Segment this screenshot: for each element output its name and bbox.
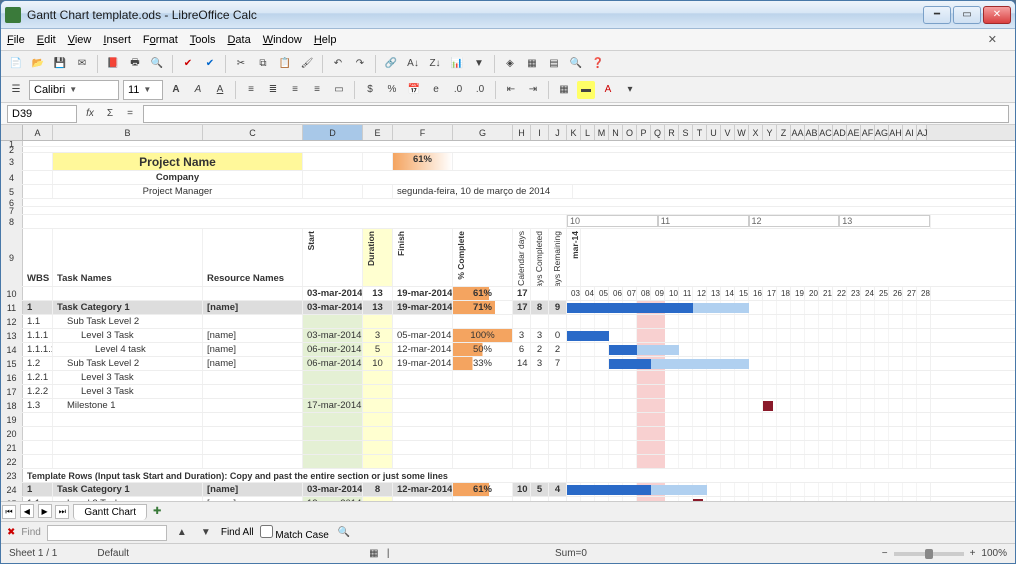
merge-icon[interactable]: ▭: [330, 81, 348, 99]
filter-icon[interactable]: ▼: [470, 55, 488, 73]
window-title: Gantt Chart template.ods - LibreOffice C…: [27, 8, 921, 22]
find-label: Find: [21, 527, 40, 538]
find-next-icon[interactable]: ▼: [197, 524, 215, 542]
paste-icon[interactable]: 📋: [276, 55, 294, 73]
close-doc-button[interactable]: ✕: [988, 33, 997, 46]
zoom-out-icon[interactable]: −: [882, 548, 888, 559]
menu-data[interactable]: Data: [227, 34, 250, 46]
formatpaint-icon[interactable]: 🖌: [298, 55, 316, 73]
sort-desc-icon[interactable]: Z↓: [426, 55, 444, 73]
status-style: Default: [97, 548, 129, 559]
exponent-icon[interactable]: e: [427, 81, 445, 99]
app-icon: [5, 7, 21, 23]
sheet-tabs-bar: ⏮ ◀ ▶ ⏭ Gantt Chart ✚: [1, 501, 1015, 521]
menu-format[interactable]: Format: [143, 34, 178, 46]
undo-icon[interactable]: ↶: [329, 55, 347, 73]
spreadsheet-grid[interactable]: ABCDEFGHIJKLMNOPQRSTUVWXYZAAABACADAEAFAG…: [1, 125, 1015, 501]
autospell-icon[interactable]: ✔: [201, 55, 219, 73]
datasources-icon[interactable]: ▤: [545, 55, 563, 73]
date-icon[interactable]: 📅: [405, 81, 423, 99]
email-icon[interactable]: ✉: [73, 55, 91, 73]
align-left-icon[interactable]: ≡: [242, 81, 260, 99]
percent-icon[interactable]: %: [383, 81, 401, 99]
del-decimal-icon[interactable]: .0: [471, 81, 489, 99]
toolbar-standard: 📄 📂 💾 ✉ 📕 🖶 🔍 ✔ ✔ ✂ ⧉ 📋 🖌 ↶ ↷ 🔗 A↓ Z↓ 📊 …: [1, 51, 1015, 77]
menu-insert[interactable]: Insert: [103, 34, 131, 46]
open-icon[interactable]: 📂: [29, 55, 47, 73]
italic-icon[interactable]: A: [189, 81, 207, 99]
status-sum: Sum=0: [555, 548, 587, 559]
close-find-icon[interactable]: ✖: [7, 527, 15, 538]
formula-bar: D39 fx Σ =: [1, 103, 1015, 125]
maximize-button[interactable]: ▭: [953, 6, 981, 24]
save-icon[interactable]: 💾: [51, 55, 69, 73]
zoom-in-icon[interactable]: +: [970, 548, 976, 559]
currency-icon[interactable]: $: [361, 81, 379, 99]
sort-asc-icon[interactable]: A↓: [404, 55, 422, 73]
sum-icon[interactable]: Σ: [101, 105, 119, 123]
minimize-button[interactable]: ━: [923, 6, 951, 24]
sheet-tab-gantt[interactable]: Gantt Chart: [73, 504, 147, 520]
sheet-first-button[interactable]: ⏮: [2, 505, 16, 519]
pdf-icon[interactable]: 📕: [104, 55, 122, 73]
app-window: Gantt Chart template.ods - LibreOffice C…: [0, 0, 1016, 564]
add-decimal-icon[interactable]: .0: [449, 81, 467, 99]
find-options-icon[interactable]: 🔍: [335, 524, 353, 542]
menu-edit[interactable]: Edit: [37, 34, 56, 46]
status-sheet: Sheet 1 / 1: [9, 548, 57, 559]
zoom-level[interactable]: 100%: [981, 548, 1007, 559]
print-icon[interactable]: 🖶: [126, 55, 144, 73]
find-prev-icon[interactable]: ▲: [173, 524, 191, 542]
cell-reference[interactable]: D39: [7, 105, 77, 123]
preview-icon[interactable]: 🔍: [148, 55, 166, 73]
menu-view[interactable]: View: [68, 34, 92, 46]
align-center-icon[interactable]: ≣: [264, 81, 282, 99]
match-case-checkbox[interactable]: Match Case: [260, 525, 329, 541]
chart-icon[interactable]: 📊: [448, 55, 466, 73]
zoom-icon[interactable]: 🔍: [567, 55, 585, 73]
toolbar-formatting: ☰ Calibri▼ 11▼ A A A ≡ ≣ ≡ ≡ ▭ $ % 📅 e .…: [1, 77, 1015, 103]
align-justify-icon[interactable]: ≡: [308, 81, 326, 99]
align-right-icon[interactable]: ≡: [286, 81, 304, 99]
styles-icon[interactable]: ☰: [7, 81, 25, 99]
font-name-combo[interactable]: Calibri▼: [29, 80, 119, 100]
titlebar[interactable]: Gantt Chart template.ods - LibreOffice C…: [1, 1, 1015, 29]
inc-indent-icon[interactable]: ⇥: [524, 81, 542, 99]
add-sheet-icon[interactable]: ✚: [153, 506, 161, 517]
help-icon[interactable]: ❓: [589, 55, 607, 73]
new-icon[interactable]: 📄: [7, 55, 25, 73]
menu-file[interactable]: File: [7, 34, 25, 46]
navigator-icon[interactable]: ◈: [501, 55, 519, 73]
formula-input[interactable]: [143, 105, 1009, 123]
equals-icon[interactable]: =: [121, 105, 139, 123]
bgcolor-icon[interactable]: ▬: [577, 81, 595, 99]
hyperlink-icon[interactable]: 🔗: [382, 55, 400, 73]
dec-indent-icon[interactable]: ⇤: [502, 81, 520, 99]
fontcolor-icon[interactable]: A: [599, 81, 617, 99]
menubar: File Edit View Insert Format Tools Data …: [1, 29, 1015, 51]
close-button[interactable]: ✕: [983, 6, 1011, 24]
spellcheck-icon[interactable]: ✔: [179, 55, 197, 73]
sheet-last-button[interactable]: ⏭: [55, 505, 69, 519]
zoom-slider[interactable]: [894, 552, 964, 556]
more-icon[interactable]: ▾: [621, 81, 639, 99]
copy-icon[interactable]: ⧉: [254, 55, 272, 73]
sheet-prev-button[interactable]: ◀: [20, 504, 34, 518]
menu-help[interactable]: Help: [314, 34, 337, 46]
redo-icon[interactable]: ↷: [351, 55, 369, 73]
find-input[interactable]: [47, 525, 167, 541]
font-size-combo[interactable]: 11▼: [123, 80, 163, 100]
sheet-next-button[interactable]: ▶: [38, 504, 52, 518]
bold-icon[interactable]: A: [167, 81, 185, 99]
find-all-button[interactable]: Find All: [221, 527, 254, 538]
function-wizard-icon[interactable]: fx: [81, 105, 99, 123]
menu-window[interactable]: Window: [263, 34, 302, 46]
gallery-icon[interactable]: ▦: [523, 55, 541, 73]
statusbar: Sheet 1 / 1 Default ▦ | Sum=0 − + 100%: [1, 543, 1015, 563]
find-toolbar: ✖ Find ▲ ▼ Find All Match Case 🔍: [1, 521, 1015, 543]
menu-tools[interactable]: Tools: [190, 34, 216, 46]
underline-icon[interactable]: A: [211, 81, 229, 99]
borders-icon[interactable]: ▦: [555, 81, 573, 99]
cut-icon[interactable]: ✂: [232, 55, 250, 73]
